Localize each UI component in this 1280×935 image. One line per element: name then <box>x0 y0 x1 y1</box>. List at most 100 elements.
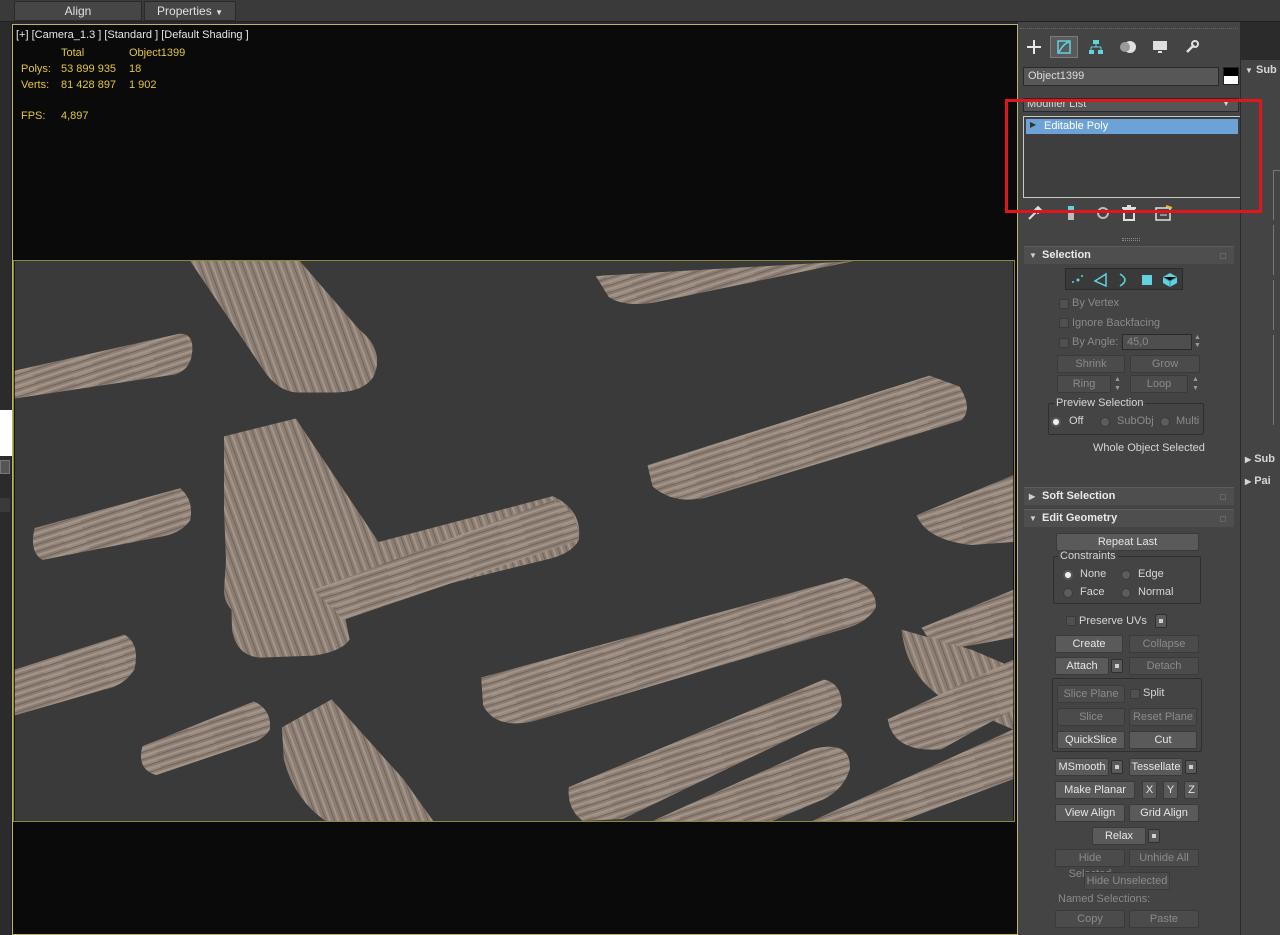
attach-button[interactable]: Attach <box>1055 657 1109 675</box>
subobject-toolbar <box>1065 268 1183 290</box>
constraint-none-radio[interactable] <box>1063 570 1073 580</box>
utilities-icon[interactable] <box>1178 36 1206 58</box>
ignore-backfacing-checkbox[interactable] <box>1059 318 1069 328</box>
grow-button[interactable]: Grow <box>1130 355 1200 373</box>
repeat-last-button[interactable]: Repeat Last <box>1056 533 1199 551</box>
preview-subobj-radio[interactable] <box>1100 417 1110 427</box>
modify-icon[interactable] <box>1050 36 1078 58</box>
left-tab[interactable] <box>0 498 10 512</box>
preview-selection-title: Preview Selection <box>1054 397 1146 409</box>
create-icon[interactable] <box>1020 36 1048 58</box>
properties-button[interactable]: Properties ▼ <box>144 1 236 21</box>
stats-fps-value: 4,897 <box>61 110 89 122</box>
rollout-grip <box>1220 253 1226 259</box>
paste-button[interactable]: Paste <box>1129 910 1199 928</box>
planar-y-button[interactable]: Y <box>1163 781 1178 799</box>
collapse-button[interactable]: Collapse <box>1129 635 1199 653</box>
subobject-rollout-label-2[interactable]: ▶ Sub <box>1245 453 1275 465</box>
constraint-face-radio[interactable] <box>1063 588 1073 598</box>
constraint-edge-radio[interactable] <box>1121 570 1131 580</box>
subobject-rollout-label-1[interactable]: ▼ Sub <box>1245 64 1277 76</box>
relax-settings-button[interactable] <box>1148 829 1160 843</box>
rollout-grip <box>1220 516 1226 522</box>
polygon-mode-icon[interactable] <box>1139 272 1155 288</box>
edge-mode-icon[interactable] <box>1093 272 1109 288</box>
stats-object-header: Object1399 <box>129 47 186 59</box>
view-align-button[interactable]: View Align <box>1055 804 1125 822</box>
edit-geometry-rollout-header[interactable]: ▼ Edit Geometry <box>1024 509 1234 527</box>
right-panel-frame <box>1273 335 1280 425</box>
attach-settings-button[interactable] <box>1111 659 1123 673</box>
msmooth-button[interactable]: MSmooth <box>1055 758 1109 776</box>
constraint-normal-radio[interactable] <box>1121 588 1131 598</box>
ring-spinner-icon[interactable]: ▲ ▼ <box>1114 375 1123 393</box>
unhide-all-button[interactable]: Unhide All <box>1129 849 1199 867</box>
viewport-label[interactable]: [+] [Camera_1.3 ] [Standard ] [Default S… <box>16 29 249 41</box>
preserve-uvs-checkbox[interactable] <box>1066 616 1076 626</box>
stats-total-header: Total <box>61 47 85 59</box>
stats-verts-object: 1 902 <box>129 79 157 91</box>
hierarchy-icon[interactable] <box>1082 36 1110 58</box>
dropdown-arrow-icon: ▼ <box>215 8 223 17</box>
msmooth-settings-button[interactable] <box>1111 760 1123 774</box>
constraints-title: Constraints <box>1058 550 1118 562</box>
preview-off-radio[interactable] <box>1051 417 1061 427</box>
slice-button[interactable]: Slice <box>1057 708 1125 726</box>
soft-selection-rollout-header[interactable]: ▶ Soft Selection <box>1024 487 1234 505</box>
panel-grip <box>1020 28 1238 32</box>
collapse-arrow-icon: ▼ <box>1029 514 1037 523</box>
tessellate-button[interactable]: Tessellate <box>1129 758 1183 776</box>
ring-button[interactable]: Ring <box>1057 375 1111 393</box>
by-vertex-checkbox[interactable] <box>1059 299 1069 309</box>
named-selections-label: Named Selections: <box>1058 893 1151 905</box>
by-angle-checkbox[interactable] <box>1059 338 1069 348</box>
divider-grip <box>1122 238 1140 241</box>
top-toolbar: Align Properties ▼ <box>0 0 1280 22</box>
stats-polys-label: Polys: <box>21 63 51 75</box>
viewport-camera[interactable]: [+] [Camera_1.3 ] [Standard ] [Default S… <box>12 24 1018 935</box>
stats-fps-label: FPS: <box>21 110 46 122</box>
create-button[interactable]: Create <box>1055 635 1123 653</box>
hide-unselected-button[interactable]: Hide Unselected <box>1084 872 1170 890</box>
split-checkbox[interactable] <box>1130 689 1140 699</box>
copy-button[interactable]: Copy <box>1055 910 1125 928</box>
object-color-swatch[interactable] <box>1223 67 1239 85</box>
element-mode-icon[interactable] <box>1162 272 1178 288</box>
left-swatch <box>0 410 12 456</box>
reset-plane-button[interactable]: Reset Plane <box>1129 708 1197 726</box>
right-panel-frame <box>1273 225 1280 275</box>
angle-spinner-icon[interactable]: ▲ ▼ <box>1194 334 1202 350</box>
expand-arrow-icon: ▶ <box>1029 492 1036 501</box>
cut-button[interactable]: Cut <box>1129 731 1197 749</box>
planar-z-button[interactable]: Z <box>1184 781 1199 799</box>
detach-button[interactable]: Detach <box>1129 657 1199 675</box>
object-name-field[interactable]: Object1399 <box>1023 67 1219 86</box>
vertex-mode-icon[interactable] <box>1070 272 1086 288</box>
make-planar-button[interactable]: Make Planar <box>1055 781 1135 799</box>
planar-x-button[interactable]: X <box>1142 781 1157 799</box>
quickslice-button[interactable]: QuickSlice <box>1057 731 1125 749</box>
slice-plane-button[interactable]: Slice Plane <box>1057 685 1125 703</box>
shrink-button[interactable]: Shrink <box>1057 355 1125 373</box>
selection-status: Whole Object Selected <box>1093 442 1205 454</box>
tessellate-settings-button[interactable] <box>1185 760 1197 774</box>
loop-spinner-icon[interactable]: ▲ ▼ <box>1192 375 1201 393</box>
hide-selected-button[interactable]: Hide Selected <box>1055 849 1125 880</box>
angle-input[interactable]: 45,0 <box>1122 334 1192 350</box>
left-arrow-button[interactable] <box>0 460 10 474</box>
preserve-uvs-settings-button[interactable] <box>1155 614 1167 628</box>
grid-align-button[interactable]: Grid Align <box>1129 804 1199 822</box>
relax-button[interactable]: Relax <box>1092 827 1146 845</box>
paint-rollout-label[interactable]: ▶ Pai <box>1245 475 1271 487</box>
stats-polys-total: 53 899 935 <box>61 63 117 75</box>
scene-render[interactable] <box>13 260 1015 822</box>
motion-icon[interactable] <box>1114 36 1142 58</box>
stats-verts-total: 81 428 897 <box>61 79 117 91</box>
preview-multi-radio[interactable] <box>1160 417 1170 427</box>
stats-verts-label: Verts: <box>21 79 50 91</box>
selection-rollout-header[interactable]: ▼ Selection <box>1024 246 1234 264</box>
loop-button[interactable]: Loop <box>1130 375 1188 393</box>
align-button[interactable]: Align <box>14 1 142 21</box>
border-mode-icon[interactable] <box>1116 272 1132 288</box>
display-icon[interactable] <box>1146 36 1174 58</box>
